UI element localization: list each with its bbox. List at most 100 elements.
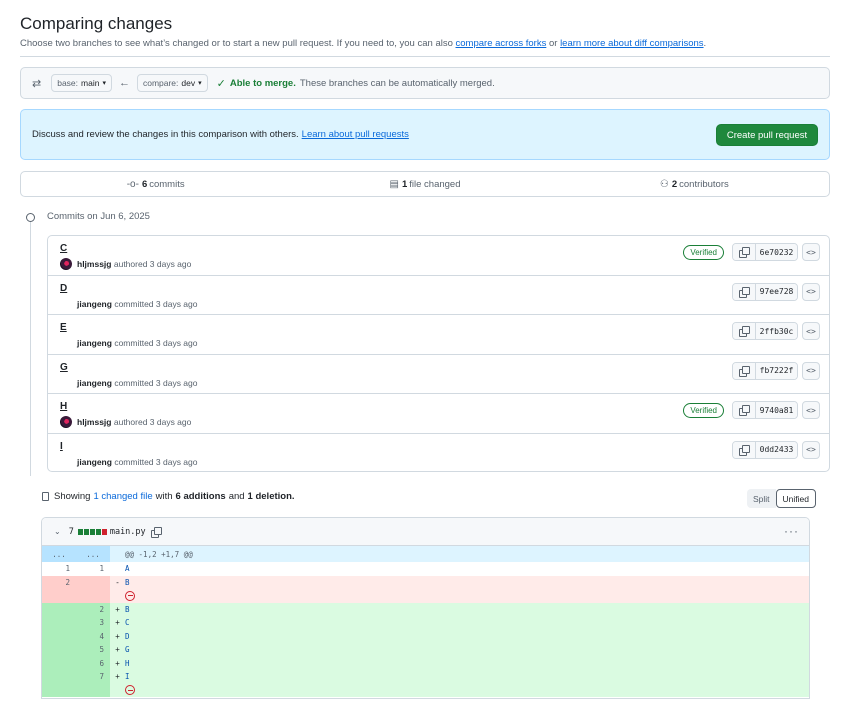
expand-down-button[interactable]: ... — [76, 546, 110, 562]
commit-actions: 2ffb30c <> — [732, 322, 820, 340]
browse-repo-button[interactable]: <> — [802, 282, 820, 301]
new-line-number[interactable]: 4 — [76, 629, 110, 643]
copy-icon — [739, 444, 750, 456]
kebab-horizontal-icon[interactable]: ··· — [784, 524, 799, 538]
commit-sha-link[interactable]: 6e70232 — [756, 244, 797, 260]
browse-repo-button[interactable]: <> — [802, 322, 820, 340]
new-line-number[interactable]: 1 — [76, 562, 110, 576]
old-line-number[interactable] — [42, 589, 76, 603]
diff-stat: Showing 1 changed file with 6 additions … — [42, 491, 298, 502]
base-branch-select[interactable]: base: main ▾ — [51, 74, 112, 92]
commit-author[interactable]: jiangeng — [77, 457, 112, 467]
new-line-number[interactable]: 6 — [76, 656, 110, 670]
browse-repo-button[interactable]: <> — [802, 440, 820, 459]
diff-sign: + — [115, 631, 120, 641]
create-pull-request-button[interactable]: Create pull request — [716, 124, 818, 146]
commit-sha-link[interactable]: 2ffb30c — [756, 323, 797, 339]
commit-author[interactable]: jiangeng — [77, 299, 112, 309]
verified-badge[interactable]: Verified — [683, 402, 724, 418]
contributors-count: 2 — [671, 178, 678, 190]
changed-files-link[interactable]: 1 changed file — [93, 491, 152, 502]
compare-forks-link[interactable]: compare across forks — [456, 38, 547, 49]
commit-sha-link[interactable]: fb7222f — [756, 362, 797, 379]
commit-sha-link[interactable]: 0dd2433 — [756, 441, 797, 458]
commit-author[interactable]: jiangeng — [77, 338, 112, 348]
code-text: B — [125, 577, 130, 587]
new-line-number[interactable] — [76, 683, 110, 697]
learn-diff-link[interactable]: learn more about diff comparisons — [560, 38, 703, 49]
new-line-number[interactable] — [76, 589, 110, 603]
copy-sha-button[interactable] — [733, 283, 756, 300]
old-line-number[interactable] — [42, 616, 76, 630]
commit-title[interactable]: E — [60, 322, 67, 333]
commits-label: commits — [149, 178, 185, 190]
commit-title[interactable]: G — [60, 362, 68, 373]
diff-sign: + — [115, 604, 120, 614]
diffstat-pre: Showing — [54, 491, 91, 502]
merge-status-label: Able to merge. — [229, 77, 296, 89]
commit-title[interactable]: D — [60, 283, 67, 294]
commit-title[interactable]: I — [60, 441, 63, 452]
sha-group: 2ffb30c — [732, 322, 798, 340]
copy-sha-button[interactable] — [733, 244, 756, 260]
copy-sha-button[interactable] — [733, 362, 756, 379]
diff-sign: + — [115, 618, 120, 628]
old-line-number[interactable] — [42, 629, 76, 643]
avatar[interactable] — [60, 416, 72, 428]
split-view-button[interactable]: Split — [747, 489, 776, 508]
tab-files[interactable]: ▤ 1 file changed — [290, 179, 559, 190]
avatar[interactable] — [60, 258, 72, 270]
page-title: Comparing changes — [20, 14, 173, 33]
file-name[interactable]: main.py — [110, 527, 146, 537]
commit-list: Chljmssjg authored 3 days ago Verified 6e7… — [47, 235, 830, 472]
new-line-number[interactable]: 3 — [76, 616, 110, 630]
copy-icon — [739, 286, 750, 298]
copy-sha-button[interactable] — [733, 402, 756, 418]
old-line-number[interactable] — [42, 670, 76, 684]
chevron-down-icon[interactable]: ⌄ — [54, 527, 61, 536]
old-line-number[interactable] — [42, 683, 76, 697]
commit-author[interactable]: hljmssjg — [77, 259, 111, 269]
old-line-number[interactable] — [42, 656, 76, 670]
old-line-number[interactable]: 1 — [42, 562, 76, 576]
commit-title[interactable]: H — [60, 401, 67, 412]
new-line-number[interactable]: 2 — [76, 602, 110, 616]
code-text: B — [125, 604, 130, 614]
old-line-number[interactable] — [42, 602, 76, 616]
commit-actions: 97ee728 <> — [732, 282, 820, 301]
new-line-number[interactable]: 7 — [76, 670, 110, 684]
commit-sha-link[interactable]: 97ee728 — [756, 283, 797, 300]
diffstat-and: and — [228, 491, 245, 502]
learn-pr-link[interactable]: Learn about pull requests — [302, 129, 409, 140]
expand-up-button[interactable]: ... — [42, 546, 76, 562]
tab-commits[interactable]: -o- 6 commits — [21, 179, 290, 190]
unified-view-button[interactable]: Unified — [775, 489, 817, 508]
compare-branch-select[interactable]: compare: dev ▾ — [136, 74, 208, 92]
commit-action: authored 3 days ago — [113, 259, 192, 269]
new-line-number[interactable] — [76, 575, 110, 589]
hunk-header: ... ... @@ -1,2 +1,7 @@ — [42, 546, 809, 562]
browse-repo-button[interactable]: <> — [802, 243, 820, 261]
tab-contributors[interactable]: ⚇ 2 contributors — [560, 179, 829, 190]
commit-meta: jiangeng committed 3 days ago — [77, 378, 197, 388]
code-text: C — [125, 618, 130, 628]
diffstat-blocks — [77, 528, 107, 535]
copy-sha-button[interactable] — [733, 323, 756, 339]
caret-down-icon: ▾ — [198, 80, 202, 87]
browse-repo-button[interactable]: <> — [802, 361, 820, 380]
browse-repo-button[interactable]: <> — [802, 401, 820, 419]
old-line-number[interactable]: 2 — [42, 575, 76, 589]
copy-sha-button[interactable] — [733, 441, 756, 458]
old-line-number[interactable] — [42, 643, 76, 657]
commit-author[interactable]: jiangeng — [77, 378, 112, 388]
commit-meta: hljmssjg authored 3 days ago — [77, 259, 191, 269]
verified-badge[interactable]: Verified — [683, 244, 724, 260]
copy-path-icon[interactable] — [150, 526, 162, 538]
commit-icon: -o- — [126, 178, 139, 190]
new-line-number[interactable]: 5 — [76, 643, 110, 657]
header-divider — [20, 56, 830, 57]
commit-title[interactable]: C — [60, 243, 67, 254]
commit-author[interactable]: hljmssjg — [77, 417, 111, 427]
commit-row: Ejiangeng committed 3 days ago 2ffb30c <> — [48, 315, 829, 355]
commit-sha-link[interactable]: 9740a81 — [756, 402, 797, 418]
